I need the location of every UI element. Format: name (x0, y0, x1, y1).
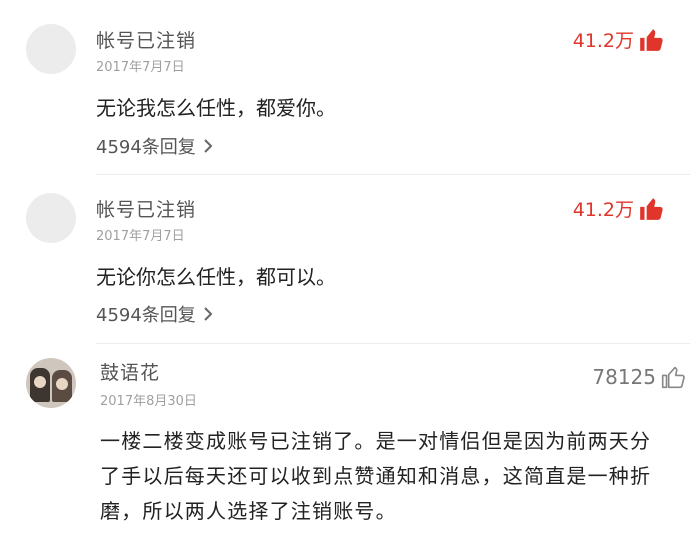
thumbs-up-icon (640, 197, 663, 220)
chevron-right-icon (204, 139, 213, 153)
comment-author[interactable]: 帐号已注销 (96, 195, 196, 222)
comment-text: 一楼二楼变成账号已注销了。是一对情侣但是因为前两天分了手以后每天还可以收到点赞通… (100, 429, 652, 523)
comment-text: 无论你怎么任性，都可以。 (96, 265, 336, 289)
thumbs-up-icon (661, 366, 685, 389)
view-replies-link[interactable]: 4594条回复 (96, 301, 214, 327)
like-count: 41.2万 (572, 30, 634, 52)
comment-text: 无论我怎么任性，都爱你。 (96, 96, 336, 120)
comment-date: 2017年7月7日 (96, 229, 185, 244)
avatar[interactable] (26, 358, 76, 408)
comment-author[interactable]: 鼓语花 (100, 358, 160, 385)
reply-count: 4594条回复 (96, 137, 196, 158)
like-count: 78125 (592, 365, 656, 389)
comment-3: 鼓语花 2017年8月30日 78125 一楼二楼变成账号已注销了。是一对情侣但… (0, 344, 690, 537)
comment-1: 帐号已注销 2017年7月7日 41.2万 无论我怎么任性，都爱你。 4594条… (0, 0, 690, 175)
comment-author[interactable]: 帐号已注销 (96, 26, 196, 53)
like-button[interactable]: 41.2万 (573, 195, 664, 222)
avatar[interactable] (26, 193, 76, 243)
like-button[interactable]: 78125 (592, 364, 686, 390)
avatar[interactable] (26, 24, 76, 74)
comment-2: 帐号已注销 2017年7月7日 41.2万 无论你怎么任性，都可以。 4594条… (0, 175, 690, 345)
comment-date: 2017年7月7日 (96, 60, 185, 75)
like-count: 41.2万 (572, 199, 634, 221)
reply-count: 4594条回复 (96, 305, 196, 326)
chevron-right-icon (204, 307, 213, 321)
comment-date: 2017年8月30日 (100, 394, 197, 409)
view-replies-link[interactable]: 4594条回复 (96, 133, 214, 159)
thumbs-up-icon (640, 28, 663, 51)
like-button[interactable]: 41.2万 (573, 26, 664, 53)
